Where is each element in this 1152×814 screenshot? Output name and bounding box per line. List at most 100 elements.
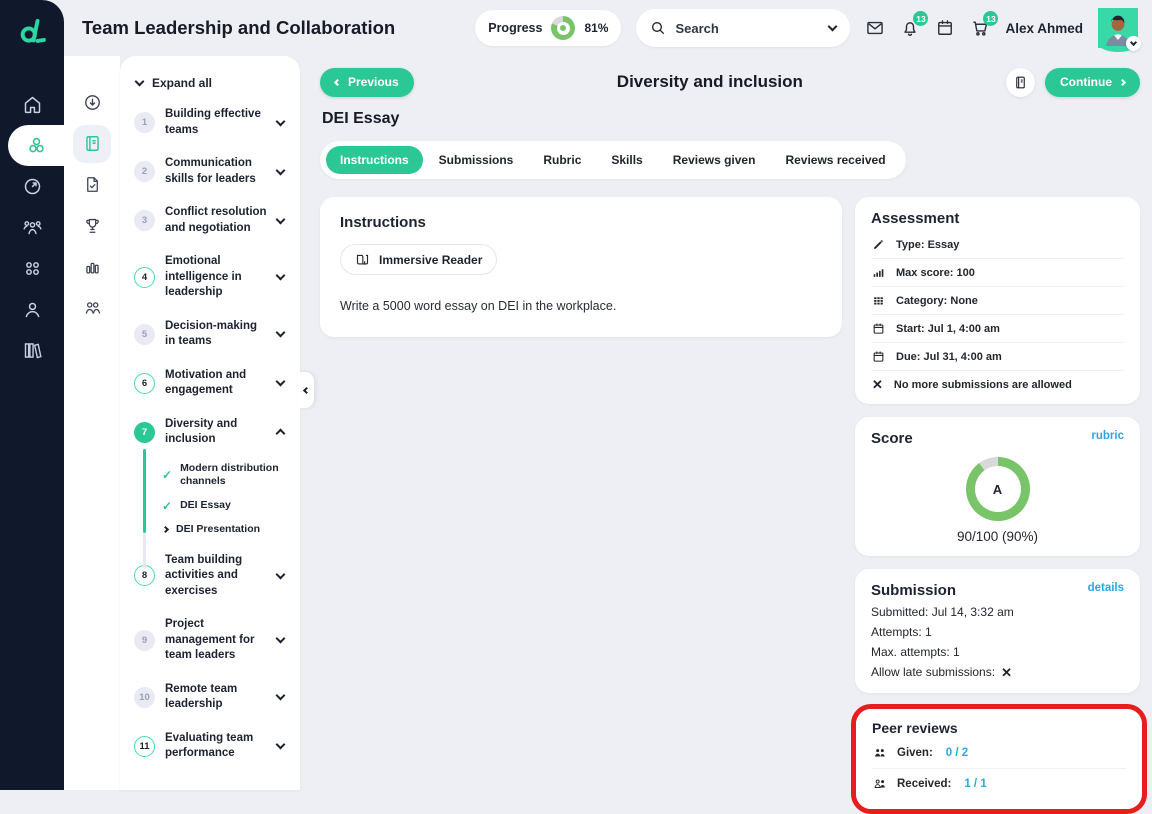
tab-rubric[interactable]: Rubric — [529, 146, 595, 174]
chevron-up-icon — [275, 428, 286, 439]
search-input[interactable] — [675, 20, 821, 36]
course-title: Team Leadership and Collaboration — [82, 17, 396, 38]
nav-library[interactable] — [0, 330, 64, 371]
cart-button[interactable]: 13 — [970, 11, 999, 38]
nav-modules[interactable] — [8, 125, 64, 166]
module-number: 10 — [134, 686, 155, 708]
module-item-9[interactable]: 9 Project management for team leaders — [134, 608, 288, 673]
reviews-received-icon — [874, 779, 885, 788]
lesson-item-modern-distribution-channels[interactable]: ✓ Modern distribution channels — [162, 457, 288, 494]
assignment-check-icon — [86, 177, 98, 192]
primary-sidebar — [0, 0, 64, 790]
rail-lessons[interactable] — [64, 123, 120, 164]
module-item-11[interactable]: 11 Evaluating team performance — [134, 722, 288, 771]
module-title: Emotional intelligence in leadership — [165, 255, 242, 299]
assessment-row-no-submissions: ✕ No more submissions are allowed — [871, 370, 1124, 398]
submission-card: Submission details Submitted: Jul 14, 3:… — [855, 569, 1140, 693]
expand-all-button[interactable]: Expand all — [134, 66, 288, 98]
module-title: Motivation and engagement — [165, 368, 247, 397]
module-heading: Diversity and inclusion — [616, 72, 803, 91]
instructions-card: Instructions Immersive Reader Write a 50… — [320, 197, 842, 337]
tab-instructions[interactable]: Instructions — [326, 146, 423, 174]
module-number: 2 — [134, 161, 155, 183]
tool-rail — [64, 56, 120, 790]
rail-analytics[interactable] — [64, 246, 120, 287]
progress-pill[interactable]: Progress 81% — [475, 10, 622, 46]
assessment-row-start: Start: Jul 1, 4:00 am — [871, 314, 1124, 342]
received-value[interactable]: 1 / 1 — [964, 778, 986, 790]
module-item-4[interactable]: 4 Emotional intelligence in leadership — [134, 245, 288, 310]
nav-dashboard[interactable] — [0, 166, 64, 207]
module-item-8[interactable]: 8 Team building activities and exercises — [134, 544, 288, 609]
nav-profile[interactable] — [0, 289, 64, 330]
avatar-menu-chevron[interactable] — [1126, 36, 1141, 51]
module-item-7[interactable]: 7 Diversity and inclusion — [134, 408, 288, 457]
module-number: 1 — [134, 112, 155, 134]
tab-skills[interactable]: Skills — [597, 146, 656, 174]
tab-submissions[interactable]: Submissions — [425, 146, 528, 174]
details-column: Assessment Type: Essay Max score: 100 Ca… — [851, 197, 1147, 814]
calendar-button[interactable] — [935, 18, 955, 38]
assessment-heading: Assessment — [871, 210, 960, 227]
nav-groups[interactable] — [0, 207, 64, 248]
book-reader-icon — [1016, 76, 1025, 88]
cart-badge: 13 — [983, 11, 999, 26]
rubric-link[interactable]: rubric — [1091, 430, 1124, 442]
chevron-right-icon — [1118, 78, 1127, 86]
given-value[interactable]: 0 / 2 — [946, 747, 968, 759]
lesson-tabs: Instructions Submissions Rubric Skills R… — [320, 141, 906, 179]
submission-allow-late: Allow late submissions: ✕ — [871, 665, 1124, 679]
home-icon — [24, 96, 40, 114]
module-title: Project management for team leaders — [165, 618, 255, 662]
module-number: 9 — [134, 629, 155, 651]
main-content: Previous Diversity and inclusion Continu… — [300, 56, 1152, 814]
module-item-5[interactable]: 5 Decision-making in teams — [134, 310, 288, 359]
search-scope-chevron-icon[interactable] — [828, 21, 838, 32]
user-name[interactable]: Alex Ahmed — [1005, 21, 1083, 36]
tab-reviews-received[interactable]: Reviews received — [771, 146, 899, 174]
module-item-10[interactable]: 10 Remote team leadership — [134, 673, 288, 722]
notification-badge: 13 — [913, 11, 929, 26]
continue-label: Continue — [1060, 75, 1112, 89]
top-header: Team Leadership and Collaboration Progre… — [64, 0, 1152, 56]
tab-reviews-given[interactable]: Reviews given — [659, 146, 770, 174]
messages-button[interactable] — [865, 18, 885, 38]
calendar-icon — [938, 20, 953, 35]
previous-button[interactable]: Previous — [320, 67, 414, 97]
app-logo[interactable] — [0, 0, 64, 64]
peer-reviews-highlight: Peer reviews Given: 0 / 2 Received: 1 / … — [851, 704, 1147, 814]
nav-home[interactable] — [0, 84, 64, 125]
category-grid-icon — [874, 297, 883, 305]
module-item-3[interactable]: 3 Conflict resolution and negotiation — [134, 196, 288, 245]
module-title: Remote team leadership — [165, 682, 238, 711]
module-item-1[interactable]: 1 Building effective teams — [134, 98, 288, 147]
rail-people[interactable] — [64, 287, 120, 328]
instructions-heading: Instructions — [340, 214, 426, 231]
lesson-item-dei-presentation[interactable]: DEI Presentation — [161, 518, 288, 542]
panel-collapse-handle[interactable] — [298, 372, 314, 408]
continue-button[interactable]: Continue — [1045, 67, 1140, 97]
module-panel: Expand all 1 Building effective teams 2 … — [120, 56, 300, 790]
rail-overview[interactable] — [64, 82, 120, 123]
module-item-2[interactable]: 2 Communication skills for leaders — [134, 147, 288, 196]
module-title: Communication skills for leaders — [165, 157, 256, 185]
user-avatar[interactable] — [1098, 8, 1141, 52]
brand-logo-icon — [20, 18, 46, 43]
peer-reviews-heading: Peer reviews — [872, 720, 958, 736]
assessment-row-max-score: Max score: 100 — [871, 258, 1124, 286]
assessment-row-due: Due: Jul 31, 4:00 am — [871, 342, 1124, 370]
immersive-reader-button[interactable]: Immersive Reader — [340, 244, 498, 275]
details-link[interactable]: details — [1088, 582, 1124, 594]
reader-toggle-button[interactable] — [1006, 67, 1035, 97]
chevron-down-icon — [275, 116, 286, 126]
module-item-6[interactable]: 6 Motivation and engagement — [134, 359, 288, 408]
notifications-button[interactable]: 13 — [900, 11, 929, 38]
score-display: 90/100 (90%) — [956, 529, 1039, 544]
rail-assignments[interactable] — [64, 164, 120, 205]
chevron-down-icon — [275, 690, 286, 701]
score-heading: Score — [871, 430, 913, 447]
rail-awards[interactable] — [64, 205, 120, 246]
lesson-item-dei-essay[interactable]: ✓ DEI Essay — [162, 494, 288, 518]
primary-nav — [0, 84, 64, 371]
nav-apps[interactable] — [0, 248, 64, 289]
